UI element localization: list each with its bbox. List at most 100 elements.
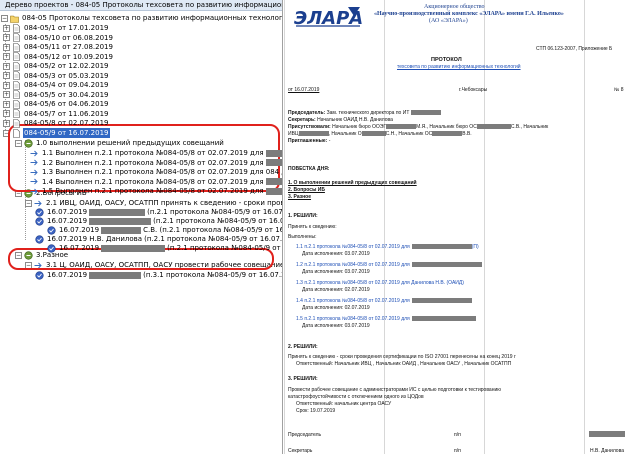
signature-secretary-label: Секретарь xyxy=(288,448,313,454)
company-logo: ЭЛАРА xyxy=(294,4,364,30)
tree-root-node[interactable]: − 084-05 Протоколы техсовета по развитию… xyxy=(1,13,282,23)
redacted-name xyxy=(101,244,166,252)
grid-line xyxy=(584,0,585,454)
tree-item-label: (п.3.1 протокола №084-05/9 от 16.07.2019… xyxy=(143,271,282,279)
agenda-item-3: 3. Разное xyxy=(288,194,312,200)
collapse-toggle[interactable]: − xyxy=(15,139,22,147)
collapse-toggle[interactable]: − xyxy=(1,14,8,22)
tree-item-protocol[interactable]: +084-05/6 от 04.06.2019 xyxy=(3,99,110,109)
completed-item-date: Дата исполнения: 02.07.2019 xyxy=(302,287,370,293)
decision-3-text-1: Провести рабочее совещание с администрат… xyxy=(288,387,502,393)
expand-toggle[interactable]: + xyxy=(3,119,10,127)
completed-item-link[interactable]: 1.4 п.2.1 протокола №084-05/8 от 02.07.2… xyxy=(296,298,472,304)
decision-1-heading: 1. РЕШИЛИ: xyxy=(288,213,318,219)
collapse-toggle[interactable]: − xyxy=(25,261,32,269)
completed-item-link[interactable]: 1.1 п.2.1 протокола №084-05/8 от 02.07.2… xyxy=(296,244,479,250)
completed-item-date: Дата исполнения: 02.07.2019 xyxy=(302,305,370,311)
tree-item-label: 1.5 Выполнен п.2.1 протокола №084-05/8 о… xyxy=(42,187,264,195)
tree-item-protocol[interactable]: +084-05/5 от 30.04.2019 xyxy=(3,90,110,100)
tree-item-label: 084-05/6 от 04.06.2019 xyxy=(24,100,109,108)
doc-date: от 16.07.2019 xyxy=(288,87,320,93)
doc-title: ПРОТОКОЛ xyxy=(431,57,462,63)
decision-3-responsible: Ответственный: начальник центра ОАСУ xyxy=(296,401,392,407)
expand-toggle[interactable]: + xyxy=(3,24,10,32)
task-arrow-icon xyxy=(34,262,42,268)
document-icon xyxy=(13,118,20,128)
tree-item-protocol[interactable]: +084-05/10 от 06.08.2019 xyxy=(3,33,114,43)
redacted-name xyxy=(411,316,476,322)
tree-item-completed-task[interactable]: 1.3 Выполнен п.2.1 протокола №084-05/8 о… xyxy=(30,167,282,177)
completed-item-link[interactable]: 1.3 п.2.1 протокола №084-05/8 от 02.07.2… xyxy=(296,280,464,286)
document-icon xyxy=(13,109,20,118)
standard-ref: СТП 06.123-2007, Приложение Б xyxy=(536,46,613,52)
tree-item-protocol[interactable]: +084-05/2 от 12.02.2019 xyxy=(3,61,110,71)
tree-item-protocol[interactable]: +084-05/3 от 05.03.2019 xyxy=(3,71,110,81)
tree-item-label: 084-05/9 от 16.07.2019 xyxy=(23,128,110,138)
task-arrow-icon xyxy=(30,169,38,175)
tree-item-date: 16.07.2019 xyxy=(47,271,88,279)
tree-item-label: (п.2.1 протокола №084-05/9 от 16.07.2019… xyxy=(167,244,282,252)
tree-subitem-3-1[interactable]: 16.07.2019 (п.3.1 протокола №084-05/9 от… xyxy=(35,270,282,280)
document-icon xyxy=(13,33,20,42)
completed-item-date: Дата исполнения: 03.07.2019 xyxy=(302,269,370,275)
protocol-document: ЭЛАРА Акционерное общество «Научно-произ… xyxy=(284,0,630,454)
tree-item-label: 3.1 Ц, ОАИД, ОАСУ, ОСАТПП, ОАСУ провести… xyxy=(46,261,283,269)
tree-item-label: 084-05/2 от 12.02.2019 xyxy=(24,62,109,70)
redacted-name xyxy=(89,271,142,279)
project-tree-panel: Дерево проектов - 084-05 Протоколы техсо… xyxy=(0,0,283,454)
tree-item-label: 1.1 Выполнен п.2.1 протокола №084-05/8 о… xyxy=(42,149,264,157)
agenda-item-1: 1. О выполнении решений предыдущих совещ… xyxy=(288,180,417,186)
collapse-toggle[interactable]: − xyxy=(25,199,32,207)
collapse-toggle[interactable]: − xyxy=(15,189,22,197)
task-arrow-icon xyxy=(30,178,38,185)
expand-toggle[interactable]: + xyxy=(3,62,10,70)
document-icon xyxy=(13,90,20,99)
tree-item-completed-task[interactable]: 1.4 Выполнен п.2.1 протокола №084-05/8 о… xyxy=(30,177,282,187)
tree-item-label: 1.3 Выполнен п.2.1 протокола №084-05/8 о… xyxy=(42,168,282,176)
tree-item-protocol[interactable]: +084-05/12 от 10.09.2019 xyxy=(3,52,114,62)
expand-toggle[interactable]: + xyxy=(3,72,10,79)
tree-item-completed-task[interactable]: 1.2 Выполнен п.2.1 протокола №084-05/8 о… xyxy=(30,158,282,168)
tree-item-protocol[interactable]: +084-05/4 от 09.04.2019 xyxy=(3,80,110,90)
tree-item-completed-task[interactable]: 1.1 Выполнен п.2.1 протокола №084-05/8 о… xyxy=(30,148,282,158)
tree-item-label: 084-05/4 от 09.04.2019 xyxy=(24,81,109,89)
tree-item-protocol[interactable]: +084-05/7 от 11.06.2019 xyxy=(3,109,110,119)
tree-item-selected-protocol[interactable]: − 084-05/9 от 16.07.2019 xyxy=(3,128,110,138)
document-icon xyxy=(13,23,20,33)
task-arrow-icon xyxy=(30,150,38,156)
decision-2-heading: 2. РЕШИЛИ: xyxy=(288,344,318,350)
document-icon xyxy=(13,61,20,71)
collapse-toggle[interactable]: − xyxy=(15,251,22,259)
completed-item-link[interactable]: 1.5 п.2.1 протокола №084-05/8 от 02.07.2… xyxy=(296,316,476,322)
expand-toggle[interactable]: + xyxy=(3,100,10,108)
grid-line xyxy=(384,0,385,454)
redacted-name xyxy=(265,187,282,195)
document-icon xyxy=(13,71,20,80)
company-line-3: (АО «ЭЛАРА») xyxy=(429,18,468,24)
signature-secretary-name: Н.В. Данилова xyxy=(590,448,624,454)
tree-item-label: 084-05/1 от 17.01.2019 xyxy=(24,24,109,32)
expand-toggle[interactable]: + xyxy=(3,110,10,117)
doc-city: г.Чебоксары xyxy=(459,87,488,93)
tree-item-3-1[interactable]: − 3.1 Ц, ОАИД, ОАСУ, ОСАТПП, ОАСУ провес… xyxy=(25,260,283,270)
tree-subitem-assignment[interactable]: 16.07.2019 (п.2.1 протокола №084-05/9 от … xyxy=(47,243,282,253)
redacted-name xyxy=(265,159,282,166)
expand-toggle[interactable]: + xyxy=(3,34,10,41)
completed-item-link[interactable]: 1.2 п.2.1 протокола №084-05/8 от 02.07.2… xyxy=(296,262,482,268)
expand-toggle[interactable]: + xyxy=(3,81,10,89)
tree-section-1[interactable]: − 1.0 выполнении решений предыдущих сове… xyxy=(15,138,225,148)
collapse-toggle[interactable]: − xyxy=(3,129,10,137)
present-line-2: ИВЦ, Начальник О С.Н., Начальник ОС В.В. xyxy=(288,131,472,137)
expand-toggle[interactable]: + xyxy=(3,53,10,60)
expand-toggle[interactable]: + xyxy=(3,43,10,51)
tree-item-label: 084-05/11 от 27.08.2019 xyxy=(24,43,113,51)
tree-item-protocol[interactable]: +084-05/8 от 02.07.2019 xyxy=(3,118,110,128)
tree-item-protocol[interactable]: +084-05/1 от 17.01.2019 xyxy=(3,23,110,33)
expand-toggle[interactable]: + xyxy=(3,91,10,98)
doc-number: № 8 xyxy=(614,87,624,93)
company-line-2: «Научно-производственный комплекс «ЭЛАРА… xyxy=(374,11,564,17)
decision-3-due: Срок: 19.07.2019 xyxy=(296,408,336,414)
tree-item-label: 084-05/8 от 02.07.2019 xyxy=(24,119,109,127)
tree-item-completed-task[interactable]: 1.5 Выполнен п.2.1 протокола №084-05/8 о… xyxy=(30,186,282,196)
tree-item-protocol[interactable]: +084-05/11 от 27.08.2019 xyxy=(3,42,114,52)
